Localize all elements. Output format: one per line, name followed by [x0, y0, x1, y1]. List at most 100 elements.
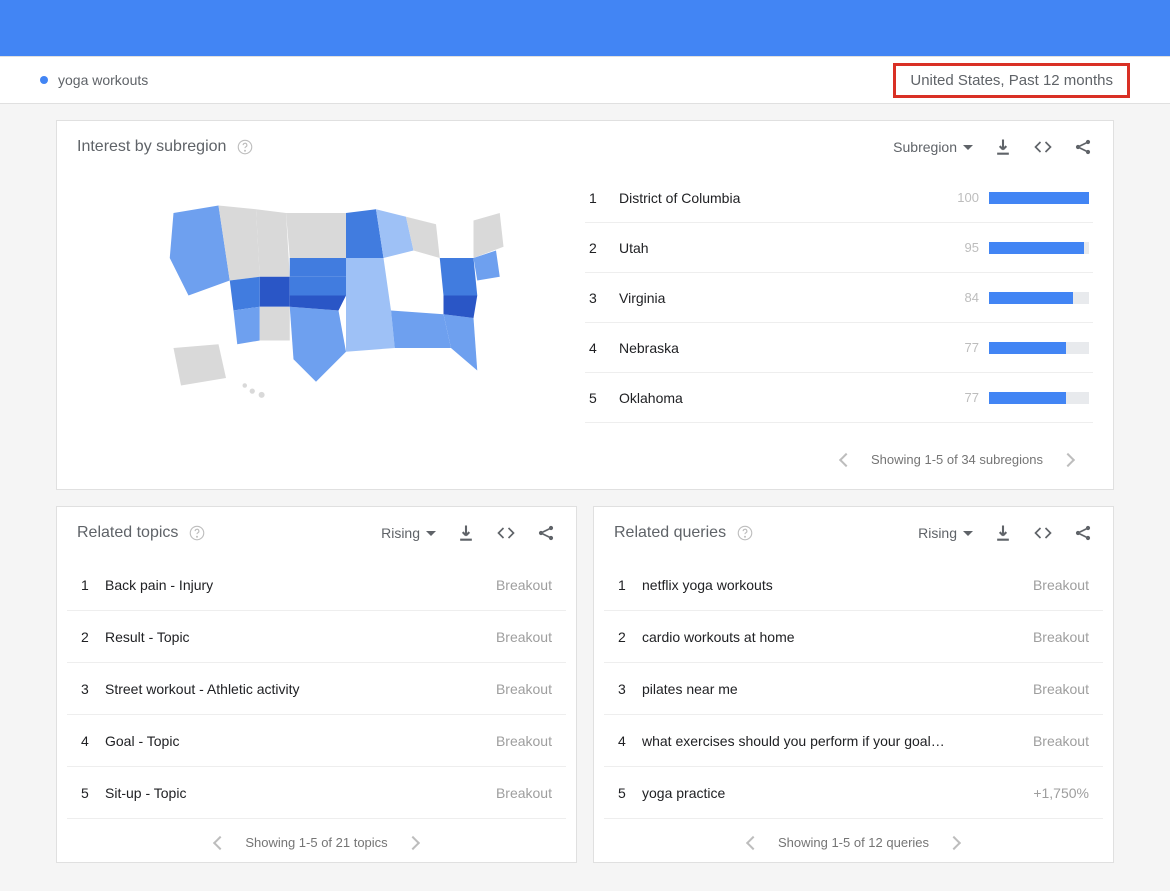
related-queries-card: Related queries Rising 1 netflix yoga wo… — [593, 506, 1114, 863]
term-color-dot — [40, 76, 48, 84]
interest-by-subregion-card: Interest by subregion Subregion — [56, 120, 1114, 490]
region-name: District of Columbia — [619, 190, 939, 206]
related-topic-row[interactable]: 1 Back pain - Injury Breakout — [67, 559, 566, 611]
share-icon[interactable] — [536, 523, 556, 543]
region-name: Virginia — [619, 290, 939, 306]
value-bar-fill — [989, 192, 1089, 204]
help-icon[interactable] — [188, 524, 206, 542]
query-metric: +1,750% — [1033, 785, 1089, 801]
embed-icon[interactable] — [1033, 523, 1053, 543]
related-topics-card: Related topics Rising 1 Back pain - Inju… — [56, 506, 577, 863]
region-value: 95 — [939, 240, 979, 255]
region-value: 77 — [939, 390, 979, 405]
rank: 1 — [81, 577, 105, 593]
topic-label: Result - Topic — [105, 629, 496, 645]
region-value: 100 — [939, 190, 979, 205]
pager-next-icon[interactable] — [1061, 452, 1075, 466]
embed-icon[interactable] — [496, 523, 516, 543]
download-icon[interactable] — [993, 523, 1013, 543]
queries-sort-label: Rising — [918, 525, 957, 541]
query-label: netflix yoga workouts — [642, 577, 1033, 593]
download-icon[interactable] — [993, 137, 1013, 157]
pager-text: Showing 1-5 of 12 queries — [778, 835, 929, 850]
value-bar — [989, 292, 1089, 304]
query-metric: Breakout — [1033, 577, 1089, 593]
value-bar — [989, 342, 1089, 354]
pager-prev-icon[interactable] — [746, 835, 760, 849]
related-query-row[interactable]: 5 yoga practice +1,750% — [604, 767, 1103, 819]
value-bar — [989, 242, 1089, 254]
share-icon[interactable] — [1073, 137, 1093, 157]
topic-metric: Breakout — [496, 629, 552, 645]
region-value: 77 — [939, 340, 979, 355]
value-bar-fill — [989, 292, 1073, 304]
us-map[interactable] — [151, 183, 511, 408]
pager-prev-icon[interactable] — [213, 835, 227, 849]
subregion-row[interactable]: 2 Utah 95 — [585, 223, 1093, 273]
query-metric: Breakout — [1033, 733, 1089, 749]
value-bar-fill — [989, 342, 1066, 354]
rank: 4 — [618, 733, 642, 749]
region-name: Utah — [619, 240, 939, 256]
query-label: yoga practice — [642, 785, 1033, 801]
value-bar-fill — [989, 392, 1066, 404]
related-query-row[interactable]: 3 pilates near me Breakout — [604, 663, 1103, 715]
related-query-row[interactable]: 4 what exercises should you perform if y… — [604, 715, 1103, 767]
queries-pager: Showing 1-5 of 12 queries — [594, 819, 1113, 862]
scope-text: United States, Past 12 months — [910, 72, 1113, 89]
region-value: 84 — [939, 290, 979, 305]
related-query-row[interactable]: 1 netflix yoga workouts Breakout — [604, 559, 1103, 611]
topics-pager: Showing 1-5 of 21 topics — [57, 819, 576, 862]
scope-filter-highlight[interactable]: United States, Past 12 months — [893, 63, 1130, 98]
related-topics-title: Related topics — [77, 524, 178, 542]
search-term-chip[interactable]: yoga workouts — [40, 72, 148, 88]
pager-text: Showing 1-5 of 21 topics — [245, 835, 387, 850]
query-metric: Breakout — [1033, 629, 1089, 645]
pager-prev-icon[interactable] — [839, 452, 853, 466]
subregion-card-title: Interest by subregion — [77, 138, 226, 156]
rank: 4 — [589, 340, 619, 356]
topic-label: Goal - Topic — [105, 733, 496, 749]
chevron-down-icon — [963, 145, 973, 150]
subregion-row[interactable]: 5 Oklahoma 77 — [585, 373, 1093, 423]
rank: 2 — [81, 629, 105, 645]
region-name: Nebraska — [619, 340, 939, 356]
related-topic-row[interactable]: 3 Street workout - Athletic activity Bre… — [67, 663, 566, 715]
topics-sort-dropdown[interactable]: Rising — [381, 525, 436, 541]
rank: 2 — [589, 240, 619, 256]
query-label: pilates near me — [642, 681, 1033, 697]
query-label: cardio workouts at home — [642, 629, 1033, 645]
related-topic-row[interactable]: 5 Sit-up - Topic Breakout — [67, 767, 566, 819]
queries-sort-dropdown[interactable]: Rising — [918, 525, 973, 541]
pager-next-icon[interactable] — [406, 835, 420, 849]
download-icon[interactable] — [456, 523, 476, 543]
help-icon[interactable] — [736, 524, 754, 542]
rank: 3 — [618, 681, 642, 697]
subregion-row[interactable]: 1 District of Columbia 100 — [585, 173, 1093, 223]
embed-icon[interactable] — [1033, 137, 1053, 157]
subregion-dropdown[interactable]: Subregion — [893, 139, 973, 155]
topic-label: Street workout - Athletic activity — [105, 681, 496, 697]
value-bar-fill — [989, 242, 1084, 254]
topic-metric: Breakout — [496, 577, 552, 593]
value-bar — [989, 392, 1089, 404]
share-icon[interactable] — [1073, 523, 1093, 543]
related-topic-row[interactable]: 4 Goal - Topic Breakout — [67, 715, 566, 767]
rank: 5 — [589, 390, 619, 406]
topics-sort-label: Rising — [381, 525, 420, 541]
help-icon[interactable] — [236, 138, 254, 156]
related-queries-title: Related queries — [614, 524, 726, 542]
topic-metric: Breakout — [496, 785, 552, 801]
related-query-row[interactable]: 2 cardio workouts at home Breakout — [604, 611, 1103, 663]
related-topic-row[interactable]: 2 Result - Topic Breakout — [67, 611, 566, 663]
rank: 5 — [618, 785, 642, 801]
subregion-row[interactable]: 3 Virginia 84 — [585, 273, 1093, 323]
rank: 5 — [81, 785, 105, 801]
subregion-row[interactable]: 4 Nebraska 77 — [585, 323, 1093, 373]
query-metric: Breakout — [1033, 681, 1089, 697]
topic-metric: Breakout — [496, 681, 552, 697]
rank: 4 — [81, 733, 105, 749]
chevron-down-icon — [963, 531, 973, 536]
pager-next-icon[interactable] — [947, 835, 961, 849]
region-name: Oklahoma — [619, 390, 939, 406]
